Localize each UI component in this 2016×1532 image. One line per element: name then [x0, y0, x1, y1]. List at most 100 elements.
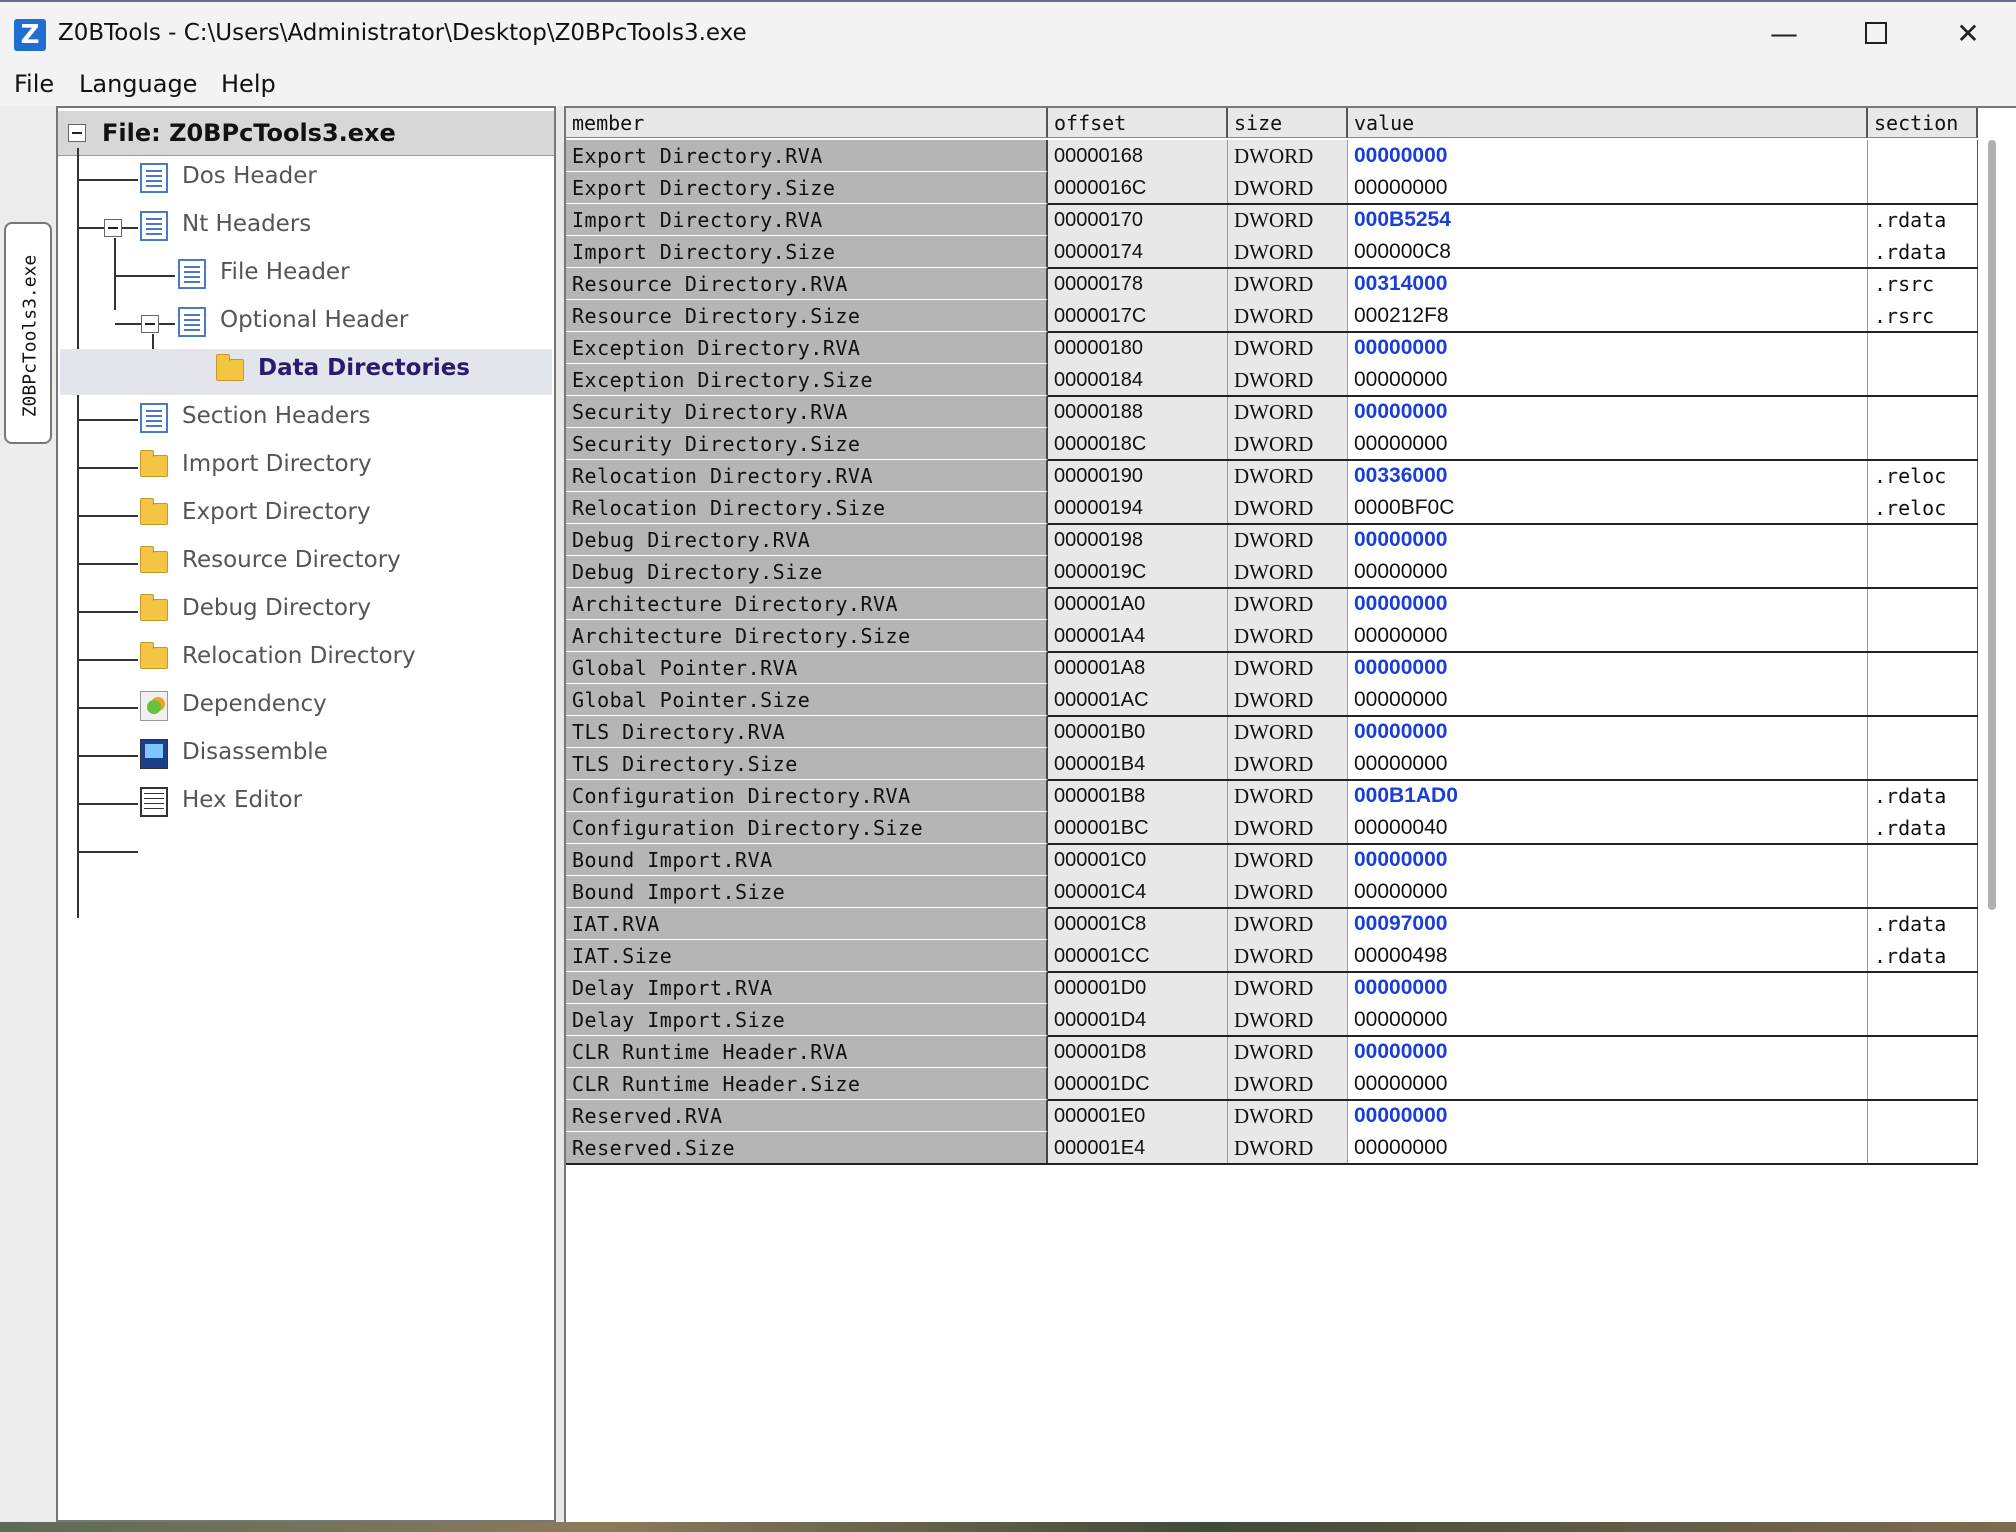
- column-header-section[interactable]: section: [1868, 108, 1978, 138]
- row-group-separator: [1048, 587, 1978, 589]
- table-row[interactable]: Relocation Directory.RVA 00000190 DWORD 003…: [566, 460, 1978, 492]
- cell-member: Import Directory.Size: [566, 236, 1048, 268]
- row-group-separator: [1048, 523, 1978, 525]
- table-row[interactable]: Resource Directory.Size 0000017C DWORD 0002…: [566, 300, 1978, 332]
- app-logo-icon: [14, 19, 46, 51]
- table-row[interactable]: Security Directory.Size 0000018C DWORD 0000…: [566, 428, 1978, 460]
- menu-language[interactable]: Language: [79, 70, 197, 98]
- file-tab[interactable]: Z0BPcTools3.exe: [4, 222, 52, 444]
- table-row[interactable]: Reserved.RVA 000001E0 DWORD 00000000: [566, 1100, 1978, 1132]
- cell-size: DWORD: [1228, 1068, 1348, 1100]
- cell-value: 00000000: [1348, 684, 1868, 716]
- cell-offset: 000001CC: [1048, 940, 1228, 972]
- table-row[interactable]: Architecture Directory.RVA 000001A0 DWORD 0…: [566, 588, 1978, 620]
- menu-help[interactable]: Help: [221, 70, 276, 98]
- cell-offset: 00000194: [1048, 492, 1228, 524]
- cell-member: Configuration Directory.Size: [566, 812, 1048, 844]
- cell-offset: 000001BC: [1048, 812, 1228, 844]
- cell-section: [1868, 1004, 1978, 1036]
- tree-root[interactable]: File: Z0BPcTools3.exe: [58, 111, 554, 156]
- table-row[interactable]: IAT.RVA 000001C8 DWORD 00097000 .rdata: [566, 908, 1978, 940]
- cell-value: 000212F8: [1348, 300, 1868, 332]
- panel-splitter[interactable]: [556, 106, 564, 1522]
- cell-member: Global Pointer.Size: [566, 684, 1048, 716]
- column-header-size[interactable]: size: [1228, 108, 1348, 138]
- table-row[interactable]: IAT.Size 000001CC DWORD 00000498 .rdata: [566, 940, 1978, 972]
- table-row[interactable]: Debug Directory.RVA 00000198 DWORD 00000000: [566, 524, 1978, 556]
- cell-member: Resource Directory.RVA: [566, 268, 1048, 300]
- cell-size: DWORD: [1228, 268, 1348, 300]
- table-row[interactable]: Exception Directory.Size 00000184 DWORD 000…: [566, 364, 1978, 396]
- title-bar[interactable]: Z0BTools - C:\Users\Administrator\Deskto…: [0, 0, 2016, 66]
- collapse-root-icon[interactable]: [68, 124, 86, 142]
- tree-line: [78, 227, 104, 229]
- column-header-value[interactable]: value: [1348, 108, 1868, 138]
- cell-section: [1868, 620, 1978, 652]
- table-row[interactable]: Bound Import.RVA 000001C0 DWORD 00000000: [566, 844, 1978, 876]
- folder-icon: [140, 450, 168, 477]
- cell-offset: 000001C8: [1048, 908, 1228, 940]
- tree-line: [78, 419, 138, 421]
- cell-offset: 000001C4: [1048, 876, 1228, 908]
- table-row[interactable]: Configuration Directory.RVA 000001B8 DWORD…: [566, 780, 1978, 812]
- table-row[interactable]: TLS Directory.RVA 000001B0 DWORD 00000000: [566, 716, 1978, 748]
- app-window: Z0BTools - C:\Users\Administrator\Deskto…: [0, 0, 2016, 1522]
- cell-member: Debug Directory.Size: [566, 556, 1048, 588]
- cell-member: Configuration Directory.RVA: [566, 780, 1048, 812]
- row-group-separator: [1048, 715, 1978, 717]
- table-row[interactable]: Delay Import.Size 000001D4 DWORD 00000000: [566, 1004, 1978, 1036]
- table-row[interactable]: Relocation Directory.Size 00000194 DWORD 00…: [566, 492, 1978, 524]
- tree-line: [78, 563, 138, 565]
- cell-size: DWORD: [1228, 524, 1348, 556]
- table-row[interactable]: Global Pointer.Size 000001AC DWORD 00000000: [566, 684, 1978, 716]
- table-row[interactable]: Export Directory.Size 0000016C DWORD 000000…: [566, 172, 1978, 204]
- vertical-scrollbar[interactable]: [1988, 140, 1996, 910]
- cell-offset: 000001C0: [1048, 844, 1228, 876]
- table-row[interactable]: Architecture Directory.Size 000001A4 DWORD…: [566, 620, 1978, 652]
- table-row[interactable]: Exception Directory.RVA 00000180 DWORD 0000…: [566, 332, 1978, 364]
- table-row[interactable]: Debug Directory.Size 0000019C DWORD 0000000…: [566, 556, 1978, 588]
- cell-value: 00097000: [1348, 908, 1868, 940]
- table-row[interactable]: Resource Directory.RVA 00000178 DWORD 00314…: [566, 268, 1978, 300]
- close-button[interactable]: ✕: [1922, 2, 2014, 66]
- column-header-member[interactable]: member: [566, 108, 1048, 138]
- cell-member: CLR Runtime Header.RVA: [566, 1036, 1048, 1068]
- cell-member: Debug Directory.RVA: [566, 524, 1048, 556]
- table-row[interactable]: CLR Runtime Header.Size 000001DC DWORD 0000…: [566, 1068, 1978, 1100]
- table-row[interactable]: Bound Import.Size 000001C4 DWORD 00000000: [566, 876, 1978, 908]
- table-row[interactable]: Configuration Directory.Size 000001BC DWOR…: [566, 812, 1978, 844]
- cell-member: Delay Import.Size: [566, 1004, 1048, 1036]
- tree-root-label: File: Z0BPcTools3.exe: [102, 119, 396, 147]
- cell-section: [1868, 524, 1978, 556]
- table-row[interactable]: Security Directory.RVA 00000188 DWORD 00000…: [566, 396, 1978, 428]
- collapse-optional-header-icon[interactable]: [141, 315, 159, 333]
- tree-line: [78, 515, 138, 517]
- cell-section: .rdata: [1868, 940, 1978, 972]
- table-row[interactable]: CLR Runtime Header.RVA 000001D8 DWORD 00000…: [566, 1036, 1978, 1068]
- collapse-nt-headers-icon[interactable]: [104, 219, 122, 237]
- cell-value: 00000000: [1348, 652, 1868, 684]
- cell-offset: 000001DC: [1048, 1068, 1228, 1100]
- table-row[interactable]: Delay Import.RVA 000001D0 DWORD 00000000: [566, 972, 1978, 1004]
- tree-line-nt: [114, 238, 116, 310]
- table-row[interactable]: Reserved.Size 000001E4 DWORD 00000000: [566, 1132, 1978, 1164]
- maximize-button[interactable]: [1830, 2, 1922, 66]
- cell-section: [1868, 684, 1978, 716]
- menu-file[interactable]: File: [14, 70, 54, 98]
- table-row[interactable]: TLS Directory.Size 000001B4 DWORD 00000000: [566, 748, 1978, 780]
- table-row[interactable]: Export Directory.RVA 00000168 DWORD 0000000…: [566, 140, 1978, 172]
- cell-section: .reloc: [1868, 460, 1978, 492]
- cell-section: [1868, 876, 1978, 908]
- table-row[interactable]: Global Pointer.RVA 000001A8 DWORD 00000000: [566, 652, 1978, 684]
- table-row[interactable]: Import Directory.Size 00000174 DWORD 000000…: [566, 236, 1978, 268]
- folder-icon: [140, 594, 168, 621]
- tree-item-label: Section Headers: [182, 403, 371, 429]
- column-header-offset[interactable]: offset: [1048, 108, 1228, 138]
- tree-item-label: Export Directory: [182, 499, 371, 525]
- cell-size: DWORD: [1228, 876, 1348, 908]
- minimize-button[interactable]: —: [1738, 2, 1830, 66]
- table-row[interactable]: Import Directory.RVA 00000170 DWORD 000B525…: [566, 204, 1978, 236]
- menu-bar: File Language Help: [0, 66, 2016, 104]
- row-group-separator: [1048, 907, 1978, 909]
- cell-size: DWORD: [1228, 812, 1348, 844]
